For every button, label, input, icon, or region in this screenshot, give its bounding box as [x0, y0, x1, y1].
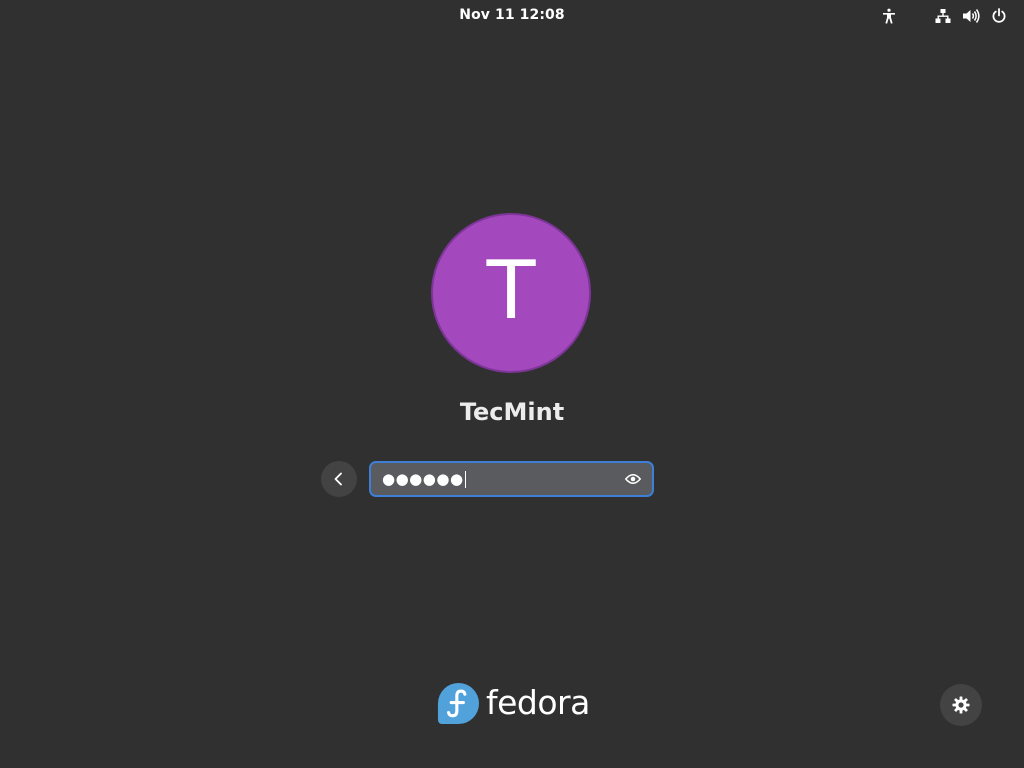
- password-field[interactable]: ●●●●●●: [369, 461, 654, 497]
- fedora-wordmark: fedora: [486, 682, 590, 722]
- back-button[interactable]: [321, 461, 357, 497]
- text-caret: [464, 470, 467, 488]
- network-icon[interactable]: [933, 6, 953, 26]
- username: TecMint: [459, 398, 565, 426]
- avatar: T: [431, 213, 591, 373]
- volume-icon[interactable]: [961, 6, 981, 26]
- password-value[interactable]: ●●●●●●: [382, 470, 464, 488]
- fedora-logo: fedora: [437, 681, 590, 725]
- avatar-initial: T: [486, 244, 536, 337]
- accessibility-icon[interactable]: [879, 6, 899, 26]
- fedora-mark-icon: [437, 682, 480, 724]
- chevron-left-icon: [334, 472, 342, 486]
- login-screen: Nov 11 12:08 T TecMint ●●●●●● fedora: [0, 0, 1024, 768]
- power-icon[interactable]: [989, 6, 1009, 26]
- eye-icon[interactable]: [624, 471, 642, 487]
- settings-button[interactable]: [940, 684, 982, 726]
- gear-icon: [952, 696, 970, 714]
- clock[interactable]: Nov 11 12:08: [0, 7, 1024, 23]
- top-bar: Nov 11 12:08: [0, 0, 1024, 32]
